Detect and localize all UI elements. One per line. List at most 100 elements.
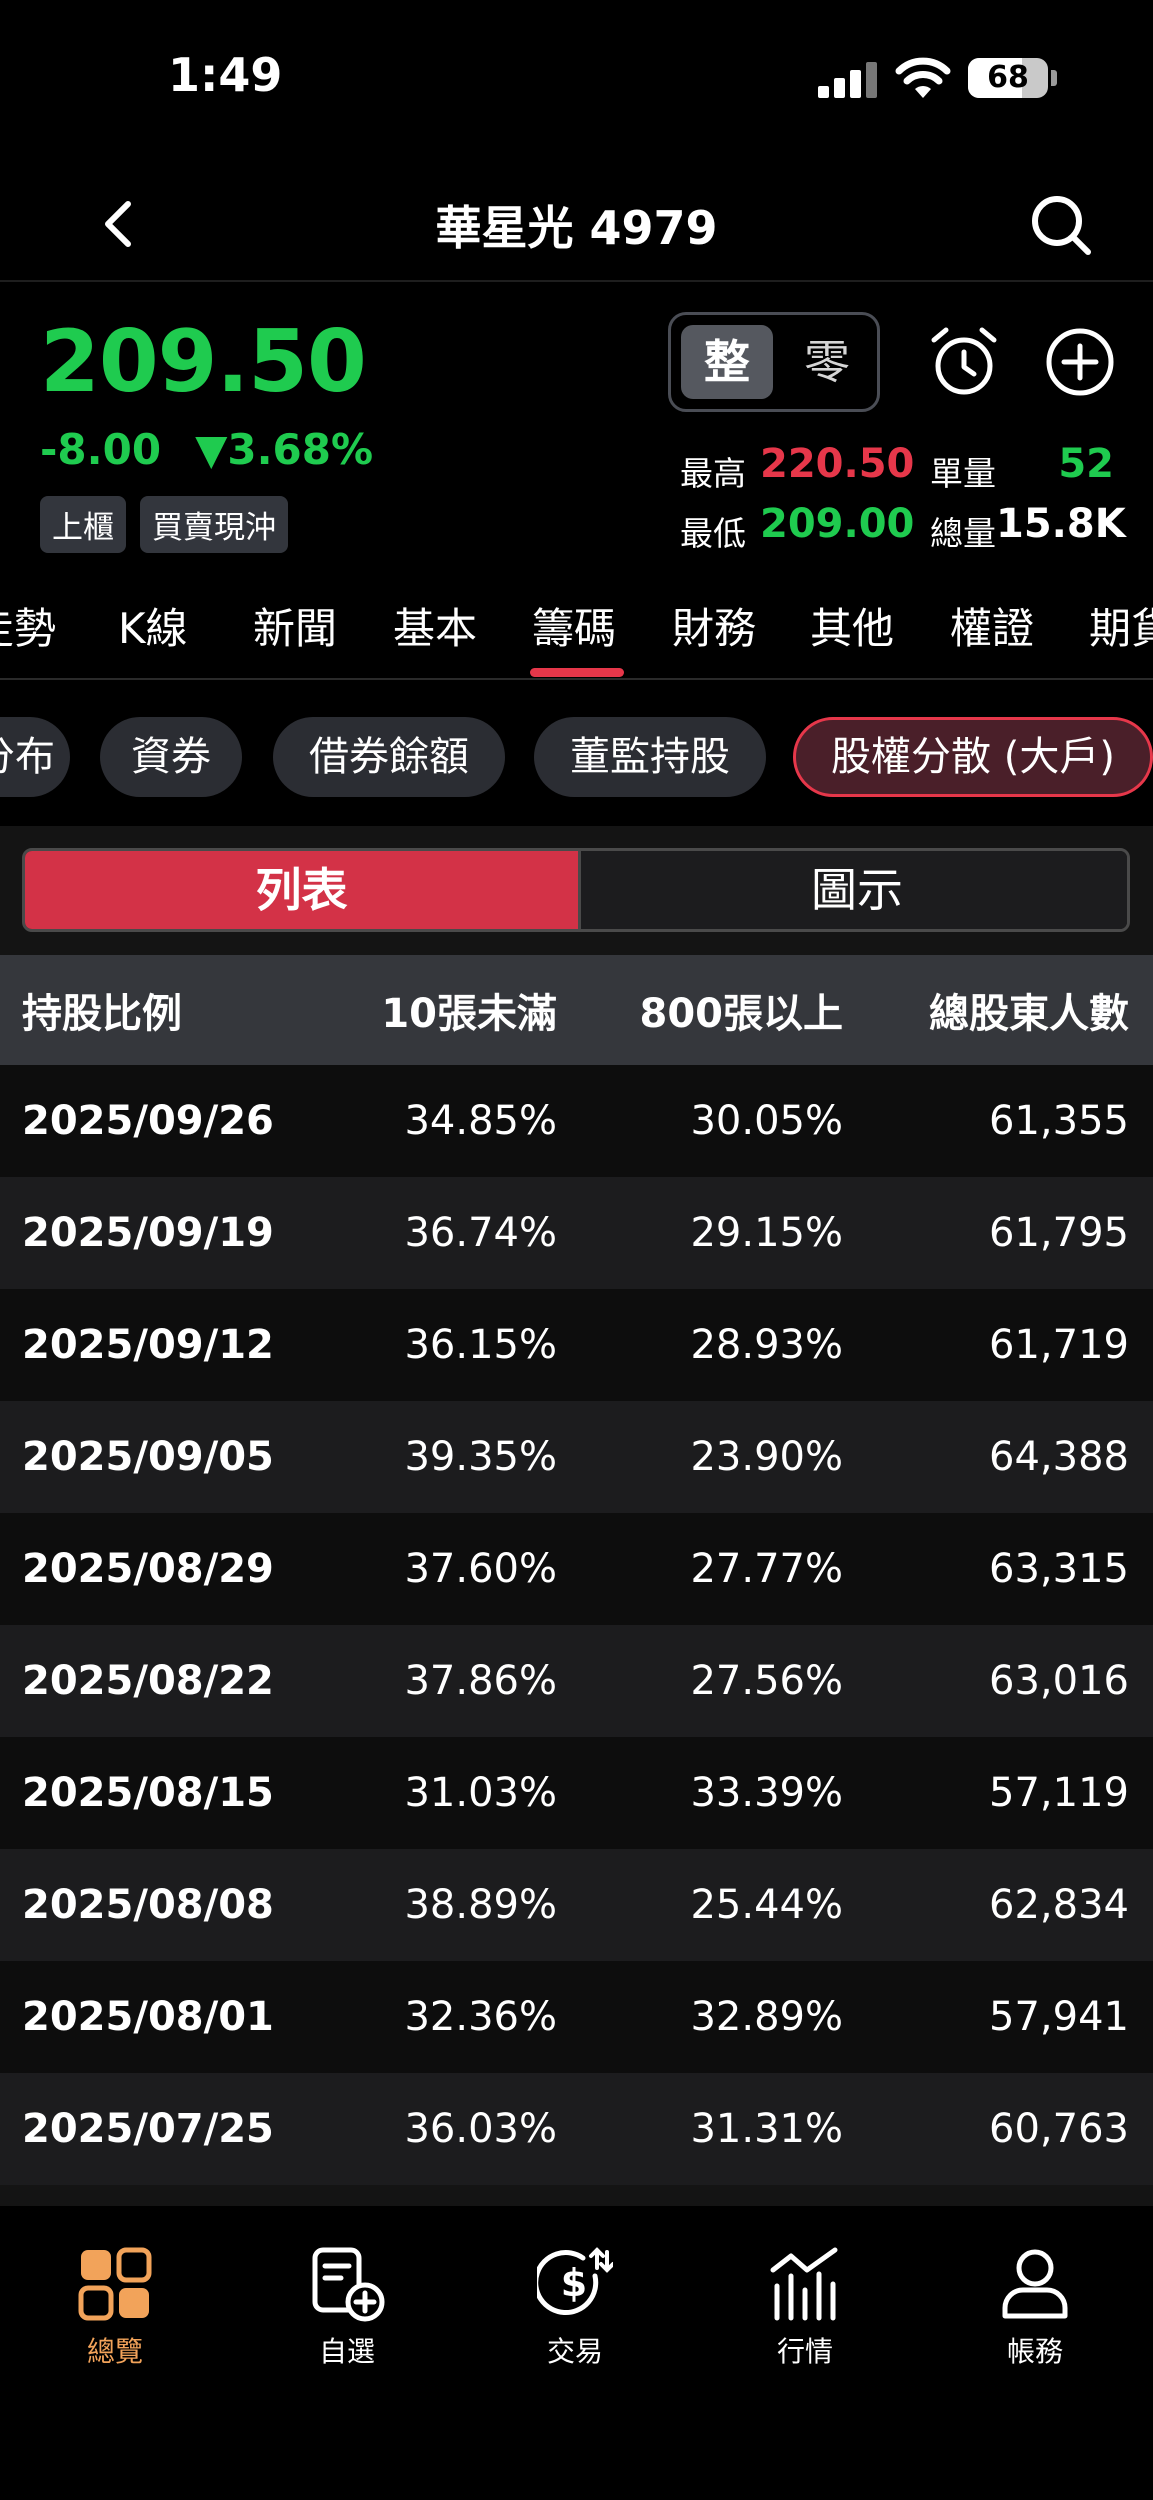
row-under-10-pct: 31.03% — [404, 1770, 557, 1816]
main-tab-bar: 走勢 K線 新聞 基本 籌碼 財務 其他 權證 期貨 — [0, 585, 1153, 680]
last-price: 209.50 — [40, 312, 367, 412]
table-row: 2025/09/26 34.85% 30.05% 61,355 — [0, 1065, 1153, 1177]
row-date: 2025/09/12 — [22, 1322, 274, 1368]
row-total-holders: 61,795 — [989, 1210, 1129, 1256]
high-value: 220.50 — [760, 441, 915, 487]
chip-shareholding-dispersion[interactable]: 股權分散 (大戶) — [793, 717, 1153, 797]
row-under-10-pct: 37.86% — [404, 1658, 557, 1704]
row-under-10-pct: 39.35% — [404, 1434, 557, 1480]
status-time: 1:49 — [168, 48, 283, 102]
row-total-holders: 62,834 — [989, 1882, 1129, 1928]
tab-fundamentals[interactable]: 基本 — [393, 595, 477, 656]
alarm-clock-icon[interactable] — [926, 324, 1002, 400]
row-date: 2025/09/26 — [22, 1098, 274, 1144]
battery-level: 68 — [987, 60, 1029, 95]
header-under-10: 10張未滿 — [381, 991, 557, 1037]
tab-futures[interactable]: 期貨 — [1089, 595, 1153, 656]
chip-director-holdings[interactable]: 董監持股 — [534, 717, 766, 797]
tab-chips[interactable]: 籌碼 — [532, 595, 616, 656]
add-to-watchlist-icon[interactable] — [1044, 326, 1116, 398]
row-total-holders: 61,355 — [989, 1098, 1129, 1144]
nav-watchlist-label: 自選 — [318, 2335, 375, 2368]
whole-lot-button[interactable]: 整 — [681, 325, 773, 399]
tab-kline[interactable]: K線 — [118, 595, 188, 656]
chip-securities-lending[interactable]: 借券餘額 — [273, 717, 505, 797]
price-change-pct: ▼3.68% — [195, 425, 374, 474]
table-row: 2025/08/15 31.03% 33.39% 57,119 — [0, 1737, 1153, 1849]
active-tab-indicator — [530, 668, 624, 677]
table-row: 2025/07/25 36.03% 31.31% 60,763 — [0, 2073, 1153, 2185]
lot-type-toggle: 整 零 — [668, 312, 880, 412]
chip-distribution[interactable]: 分布 — [0, 717, 70, 797]
total-volume-label: 總量 — [930, 514, 996, 553]
row-date: 2025/07/25 — [22, 2106, 274, 2152]
stock-tags: 上櫃 買賣現沖 — [40, 496, 288, 553]
row-date: 2025/08/08 — [22, 1882, 274, 1928]
table-row: 2025/08/01 32.36% 32.89% 57,941 — [0, 1961, 1153, 2073]
row-over-800-pct: 31.31% — [690, 2106, 843, 2152]
battery-icon: 68 — [968, 58, 1048, 98]
watchlist-add-icon — [312, 2247, 385, 2322]
row-under-10-pct: 32.36% — [404, 1994, 557, 2040]
row-total-holders: 61,719 — [989, 1322, 1129, 1368]
trade-dollar-icon: $ — [537, 2247, 613, 2316]
row-under-10-pct: 34.85% — [404, 1098, 557, 1144]
row-over-800-pct: 25.44% — [690, 1882, 843, 1928]
row-over-800-pct: 27.77% — [690, 1546, 843, 1592]
daytrade-tag: 買賣現沖 — [140, 496, 288, 553]
row-date: 2025/09/19 — [22, 1210, 274, 1256]
volume-label: 單量 — [930, 454, 996, 493]
odd-lot-button[interactable]: 零 — [781, 325, 873, 399]
row-under-10-pct: 36.15% — [404, 1322, 557, 1368]
row-under-10-pct: 38.89% — [404, 1882, 557, 1928]
nav-trade-label: 交易 — [546, 2335, 603, 2368]
tab-other[interactable]: 其他 — [810, 595, 894, 656]
list-view-button[interactable]: 列表 — [25, 851, 578, 929]
row-under-10-pct: 37.60% — [404, 1546, 557, 1592]
status-bar: 1:49 68 — [0, 0, 1153, 150]
row-over-800-pct: 29.15% — [690, 1210, 843, 1256]
wifi-icon — [895, 57, 951, 98]
row-total-holders: 64,388 — [989, 1434, 1129, 1480]
table-row: 2025/09/05 39.35% 23.90% 64,388 — [0, 1401, 1153, 1513]
table-header: 持股比例 10張未滿 800張以上 總股東人數 — [0, 955, 1153, 1065]
nav-market-label: 行情 — [776, 2335, 833, 2368]
row-date: 2025/09/05 — [22, 1434, 274, 1480]
tab-news[interactable]: 新聞 — [253, 595, 337, 656]
row-total-holders: 63,315 — [989, 1546, 1129, 1592]
row-over-800-pct: 30.05% — [690, 1098, 843, 1144]
table-row: 2025/09/19 36.74% 29.15% 61,795 — [0, 1177, 1153, 1289]
shareholding-table: 持股比例 10張未滿 800張以上 總股東人數 2025/09/26 34.85%… — [0, 955, 1153, 2185]
bottom-nav: 總覽 自選 $ 交易 行情 帳務 — [0, 2208, 1153, 2500]
row-under-10-pct: 36.03% — [404, 2106, 557, 2152]
market-chart-icon — [770, 2247, 838, 2321]
dashboard-icon — [78, 2247, 152, 2321]
row-over-800-pct: 32.89% — [690, 1994, 843, 2040]
chart-view-button[interactable]: 圖示 — [578, 851, 1127, 929]
price-change: -8.00 — [40, 425, 162, 474]
volume-value: 52 — [1058, 441, 1114, 487]
row-total-holders: 57,119 — [989, 1770, 1129, 1816]
search-icon[interactable] — [1028, 192, 1094, 258]
header-over-800: 800張以上 — [639, 991, 844, 1037]
svg-text:$: $ — [561, 2261, 587, 2305]
row-over-800-pct: 27.56% — [690, 1658, 843, 1704]
tab-financials[interactable]: 財務 — [672, 595, 756, 656]
row-under-10-pct: 36.74% — [404, 1210, 557, 1256]
tab-trend[interactable]: 走勢 — [0, 595, 56, 656]
row-over-800-pct: 28.93% — [690, 1322, 843, 1368]
page-title: 華星光 4979 — [435, 201, 718, 255]
chip-margin[interactable]: 資券 — [100, 717, 242, 797]
tab-warrants[interactable]: 權證 — [950, 595, 1034, 656]
low-value: 209.00 — [760, 501, 915, 547]
total-volume-value: 15.8K — [996, 501, 1126, 547]
battery-tip — [1051, 70, 1057, 86]
table-row: 2025/08/22 37.86% 27.56% 63,016 — [0, 1625, 1153, 1737]
low-label: 最低 — [680, 514, 746, 553]
row-over-800-pct: 23.90% — [690, 1434, 843, 1480]
row-date: 2025/08/15 — [22, 1770, 274, 1816]
market-tag: 上櫃 — [40, 496, 126, 553]
view-toggle: 列表 圖示 — [22, 848, 1130, 932]
cellular-signal-icon — [818, 60, 878, 98]
nav-header: 華星光 4979 — [0, 170, 1153, 282]
